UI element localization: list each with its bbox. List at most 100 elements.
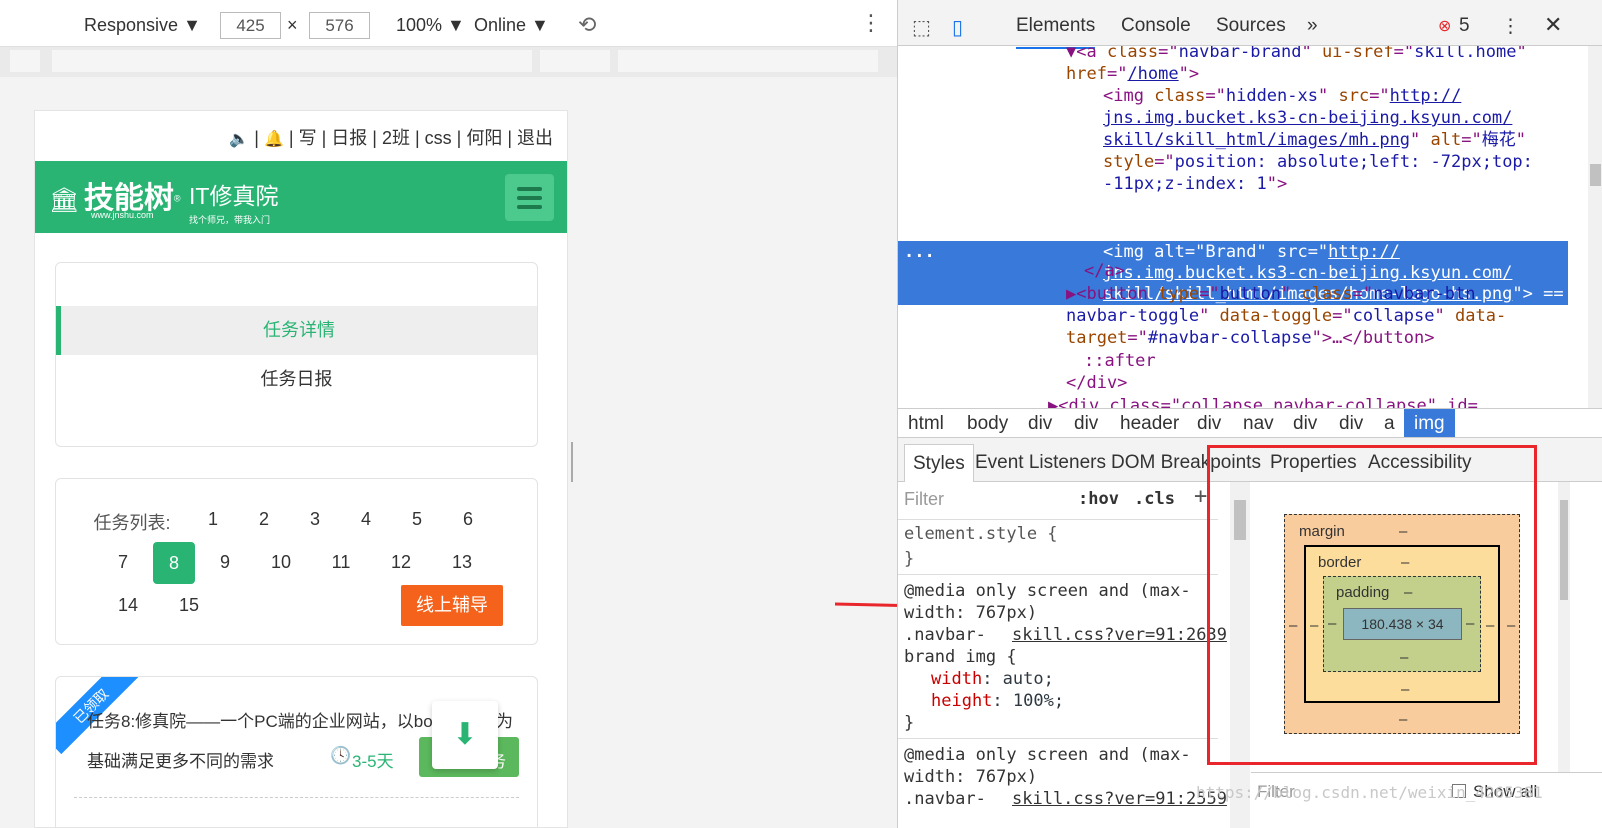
breadcrumb: html body div div header div nav div div…: [898, 408, 1602, 438]
code-token: ": [1410, 130, 1431, 150]
node-actions-icon[interactable]: ...: [904, 241, 935, 263]
code-token: data-toggle: [1219, 306, 1333, 326]
breadcrumb-item[interactable]: nav: [1243, 413, 1274, 435]
code-token: <img: [1103, 86, 1155, 106]
code-token: href: [1066, 64, 1107, 84]
bell-icon[interactable]: 🔔: [264, 131, 284, 148]
devtools-menu-icon[interactable]: ⋮: [1501, 15, 1520, 38]
css-property[interactable]: width: [931, 669, 982, 689]
annotation-highlight-box: [1207, 445, 1537, 765]
tab-console[interactable]: Console: [1121, 15, 1191, 37]
task-number[interactable]: 11: [321, 552, 361, 573]
task-number[interactable]: 3: [295, 509, 335, 530]
code-link[interactable]: skill/skill_html/images/mh.png: [1103, 130, 1410, 150]
breadcrumb-item[interactable]: div: [1074, 413, 1098, 435]
new-rule-icon[interactable]: +: [1194, 486, 1207, 508]
hov-toggle[interactable]: :hov: [1078, 488, 1119, 510]
task-number-current[interactable]: 8: [153, 542, 195, 584]
code-link[interactable]: jns.img.bucket.ks3-cn-beijing.ksyun.com/: [1103, 262, 1512, 284]
elements-tree[interactable]: ▼<a class="navbar-brand" ui-sref="skill.…: [898, 46, 1588, 408]
task-number[interactable]: 4: [346, 509, 386, 530]
breadcrumb-item[interactable]: div: [1293, 413, 1317, 435]
brand-logo[interactable]: 🏛 技能树® www.jnshu.com: [49, 173, 181, 220]
tab-sources[interactable]: Sources: [1216, 15, 1286, 37]
rotate-icon[interactable]: ⟲: [578, 12, 596, 38]
breadcrumb-item[interactable]: div: [1028, 413, 1052, 435]
device-mode-icon[interactable]: ▯: [952, 15, 963, 40]
device-select[interactable]: Responsive ▼: [84, 15, 201, 36]
css-value[interactable]: auto;: [1003, 669, 1054, 689]
cls-toggle[interactable]: .cls: [1134, 488, 1175, 510]
width-input[interactable]: 425: [220, 12, 281, 39]
code-token: alt: [1430, 130, 1462, 150]
style-source-link[interactable]: skill.css?ver=91:2639: [1012, 624, 1227, 646]
task-list-label: 任务列表:: [93, 513, 171, 533]
style-rule-selector[interactable]: element.style {: [904, 523, 1058, 545]
close-devtools-icon[interactable]: ✕: [1544, 12, 1562, 38]
media-query-ruler[interactable]: [0, 47, 915, 77]
code-token: ui-sref: [1321, 46, 1394, 62]
breadcrumb-item[interactable]: div: [1339, 413, 1363, 435]
task-number[interactable]: 15: [169, 595, 209, 616]
mobile-page: 🔈 | 🔔 | 写 | 日报 | 2班 | css | 何阳 | 退出 🏛 技能…: [34, 110, 568, 828]
code-token: target: [1066, 328, 1128, 348]
boxmodel-scrollbar[interactable]: [1558, 482, 1570, 772]
tab-task-daily[interactable]: 任务日报: [56, 355, 537, 404]
task-number[interactable]: 5: [397, 509, 437, 530]
device-toolbar: Responsive ▼ 425 × 576 100% ▼ Online ▼ ⟲…: [0, 0, 915, 47]
tab-event-listeners[interactable]: Event Listeners: [975, 452, 1106, 474]
style-rule-selector[interactable]: brand img {: [904, 646, 1017, 668]
css-property[interactable]: height: [931, 691, 992, 711]
more-tabs-icon[interactable]: »: [1307, 15, 1318, 37]
network-select[interactable]: Online ▼: [474, 15, 549, 36]
top-links-text[interactable]: | 写 | 日报 | 2班 | css | 何阳 | 退出: [289, 128, 553, 148]
menu-toggle-button[interactable]: [505, 174, 554, 221]
zoom-select[interactable]: 100% ▼: [396, 15, 465, 36]
task-number[interactable]: 7: [103, 552, 143, 573]
css-value[interactable]: 100%;: [1013, 691, 1064, 711]
breadcrumb-item[interactable]: body: [967, 413, 1008, 435]
code-token: navbar-btn: [1373, 284, 1476, 304]
code-link[interactable]: http://: [1390, 86, 1462, 106]
code-link[interactable]: /home: [1127, 64, 1178, 84]
online-tutor-button[interactable]: 线上辅导: [401, 585, 503, 626]
breadcrumb-item[interactable]: html: [908, 413, 944, 435]
task-number[interactable]: 2: [244, 509, 284, 530]
task-number[interactable]: 13: [442, 552, 482, 573]
breadcrumb-item[interactable]: header: [1120, 413, 1179, 435]
download-popup[interactable]: ⬇: [432, 701, 498, 769]
tab-elements[interactable]: Elements: [1016, 15, 1096, 49]
styles-filter-input[interactable]: Filter: [904, 488, 944, 510]
more-options-icon[interactable]: ⋮: [860, 10, 882, 36]
task-number[interactable]: 9: [205, 552, 245, 573]
code-token: ▼<a: [1066, 46, 1107, 62]
task-number[interactable]: 6: [448, 509, 488, 530]
code-link[interactable]: http://: [1328, 242, 1400, 262]
error-icon[interactable]: ⊗: [1438, 16, 1451, 36]
height-input[interactable]: 576: [309, 12, 370, 39]
task-number[interactable]: 14: [108, 595, 148, 616]
style-rule-selector[interactable]: .navbar-: [904, 624, 986, 646]
speaker-icon[interactable]: 🔈: [229, 131, 249, 148]
breadcrumb-item[interactable]: div: [1197, 413, 1221, 435]
task-title: 任务8:修真院——一个PC端的企业网站，以bo: [87, 712, 433, 731]
brand2-name: IT修真院: [189, 183, 279, 209]
code-token: 梅花: [1481, 130, 1516, 150]
code-link[interactable]: jns.img.bucket.ks3-cn-beijing.ksyun.com/: [1103, 108, 1512, 128]
code-token: =": [1199, 284, 1220, 304]
elements-scrollbar[interactable]: [1588, 46, 1602, 408]
inspect-icon[interactable]: ⬚: [912, 15, 931, 40]
code-token: src: [1338, 86, 1370, 106]
breadcrumb-item[interactable]: a: [1384, 413, 1395, 435]
task-number[interactable]: 12: [381, 552, 421, 573]
navbar: 🏛 技能树® www.jnshu.com IT修真院 找个师兄，带我入门: [35, 161, 567, 233]
network-label: Online: [474, 15, 527, 35]
style-rule-selector[interactable]: .navbar-: [904, 788, 986, 810]
breadcrumb-item-active[interactable]: img: [1404, 409, 1455, 437]
task-number[interactable]: 1: [193, 509, 233, 530]
style-source-link[interactable]: skill.css?ver=91:2559: [1012, 788, 1227, 810]
task-number[interactable]: 10: [261, 552, 301, 573]
tab-task-detail[interactable]: 任务详情: [56, 306, 537, 355]
tab-styles[interactable]: Styles: [904, 444, 974, 482]
code-token: type: [1158, 284, 1200, 304]
